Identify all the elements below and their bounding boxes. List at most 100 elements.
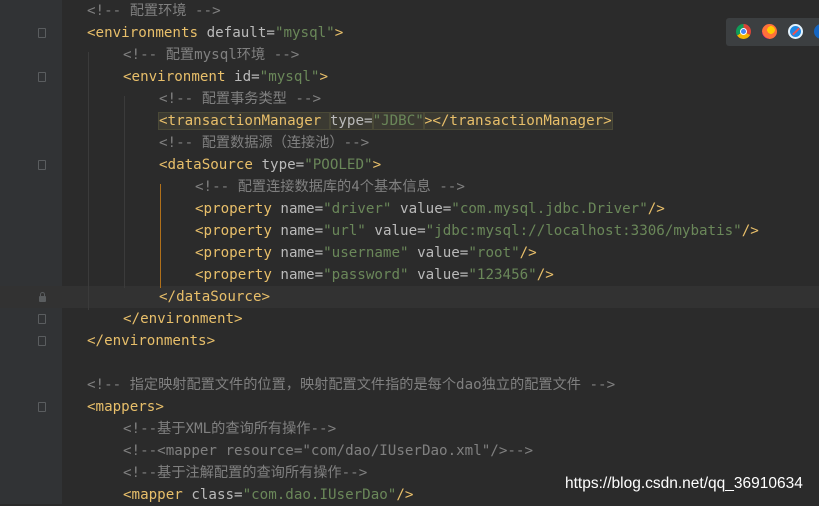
- fold-toggle-icon[interactable]: [38, 72, 46, 82]
- code-line[interactable]: <transactionManager type="JDBC"></transa…: [0, 110, 819, 132]
- code-line[interactable]: <!-- 配置mysql环境 -->: [0, 44, 819, 66]
- indent-guide: [88, 52, 89, 310]
- code-line[interactable]: <environment id="mysql">: [0, 66, 819, 88]
- code-text: </environments>: [87, 330, 215, 352]
- code-line[interactable]: <!-- 配置环境 -->: [0, 0, 819, 22]
- attribute-token: value=: [408, 267, 469, 283]
- code-line[interactable]: <environments default="mysql">: [0, 22, 819, 44]
- code-line[interactable]: </environments>: [0, 330, 819, 352]
- attribute-token: name=: [280, 223, 324, 239]
- attribute-token: name=: [280, 267, 324, 283]
- fold-toggle-icon[interactable]: [38, 314, 46, 324]
- value-token: "jdbc:mysql://localhost:3306/mybatis": [425, 223, 742, 239]
- tag-token: />: [536, 267, 554, 283]
- tag-token: />: [647, 201, 665, 217]
- attribute-token: id=: [234, 69, 260, 85]
- code-text: <!-- 配置连接数据库的4个基本信息 -->: [195, 176, 465, 198]
- tag-token: />: [741, 223, 759, 239]
- code-line[interactable]: <property name="username" value="root"/>: [0, 242, 819, 264]
- value-token: "root": [468, 245, 520, 261]
- tag-token: <property: [195, 267, 281, 283]
- comment-token: <!-- 配置连接数据库的4个基本信息 -->: [195, 179, 465, 195]
- watermark-text: https://blog.csdn.net/qq_36910634: [565, 475, 803, 492]
- tag-token: <mappers>: [87, 399, 164, 415]
- fold-toggle-icon[interactable]: [38, 160, 46, 170]
- tag-token: <property: [195, 245, 281, 261]
- attribute-token: value=: [365, 223, 426, 239]
- value-token: "com.dao.IUserDao": [242, 487, 397, 503]
- code-line[interactable]: <mappers>: [0, 396, 819, 418]
- code-text: <!--基于XML的查询所有操作-->: [123, 418, 336, 440]
- attribute-token: type=: [261, 157, 305, 173]
- value-token: "url": [323, 223, 366, 239]
- attribute-token: class=: [191, 487, 243, 503]
- tag-token: <environments: [87, 25, 207, 41]
- value-token: "driver": [323, 201, 392, 217]
- code-line[interactable]: <!-- 配置数据源（连接池）-->: [0, 132, 819, 154]
- code-line[interactable]: [0, 352, 819, 374]
- value-token: "com.mysql.jdbc.Driver": [451, 201, 648, 217]
- code-text: <!-- 配置环境 -->: [87, 0, 221, 22]
- code-line[interactable]: <!-- 配置连接数据库的4个基本信息 -->: [0, 176, 819, 198]
- code-text: <property name="driver" value="com.mysql…: [195, 198, 665, 220]
- value-token: "mysql": [259, 69, 320, 85]
- bookmark-icon[interactable]: [38, 292, 46, 302]
- code-line[interactable]: </dataSource>: [0, 286, 819, 308]
- chrome-icon[interactable]: [736, 24, 751, 39]
- comment-token: <!-- 配置环境 -->: [87, 3, 221, 19]
- firefox-icon[interactable]: [762, 24, 777, 39]
- code-line[interactable]: <!-- 配置事务类型 -->: [0, 88, 819, 110]
- safari-icon[interactable]: [788, 24, 803, 39]
- comment-token: <!-- 指定映射配置文件的位置，映射配置文件指的是每个dao独立的配置文件 -…: [87, 377, 616, 393]
- code-text: <!-- 配置事务类型 -->: [159, 88, 321, 110]
- code-text: <property name="url" value="jdbc:mysql:/…: [195, 220, 759, 242]
- tag-token: />: [396, 487, 414, 503]
- edge-icon[interactable]: [814, 24, 819, 39]
- tag-token: >: [372, 157, 382, 173]
- comment-token: <!--基于注解配置的查询所有操作-->: [123, 465, 368, 481]
- code-line[interactable]: <!--<mapper resource="com/dao/IUserDao.x…: [0, 440, 819, 462]
- attribute-token: default=: [206, 25, 275, 41]
- code-text: <property name="username" value="root"/>: [195, 242, 537, 264]
- code-text: <mappers>: [87, 396, 164, 418]
- code-text: <environment id="mysql">: [123, 66, 328, 88]
- attribute-token: value=: [391, 201, 452, 217]
- code-line[interactable]: <!-- 指定映射配置文件的位置，映射配置文件指的是每个dao独立的配置文件 -…: [0, 374, 819, 396]
- value-token: "mysql": [274, 25, 335, 41]
- code-line[interactable]: <property name="driver" value="com.mysql…: [0, 198, 819, 220]
- code-editor[interactable]: <!-- 配置环境 --> <environments default="mysq…: [0, 0, 819, 504]
- attribute-token: name=: [280, 201, 324, 217]
- tag-token: <dataSource: [159, 157, 262, 173]
- value-token: "POOLED": [304, 157, 373, 173]
- fold-toggle-icon[interactable]: [38, 336, 46, 346]
- tag-token: </environment>: [123, 311, 243, 327]
- tag-token: >: [334, 25, 344, 41]
- code-line[interactable]: <property name="url" value="jdbc:mysql:/…: [0, 220, 819, 242]
- code-line[interactable]: <dataSource type="POOLED">: [0, 154, 819, 176]
- code-text: <environments default="mysql">: [87, 22, 343, 44]
- attribute-token: type=: [328, 112, 374, 130]
- indent-guide: [124, 96, 125, 288]
- tag-token: <transactionManager: [158, 112, 331, 130]
- value-token: "123456": [468, 267, 537, 283]
- comment-token: <!-- 配置事务类型 -->: [159, 91, 321, 107]
- code-text: <!-- 配置mysql环境 -->: [123, 44, 299, 66]
- value-token: "JDBC": [371, 112, 425, 130]
- code-line[interactable]: <property name="password" value="123456"…: [0, 264, 819, 286]
- tag-token: </dataSource>: [159, 289, 271, 305]
- fold-toggle-icon[interactable]: [38, 402, 46, 412]
- code-text: </environment>: [123, 308, 243, 330]
- tag-token: <property: [195, 223, 281, 239]
- code-text: <transactionManager type="JDBC"></transa…: [158, 110, 613, 132]
- code-text: <property name="password" value="123456"…: [195, 264, 554, 286]
- code-text: <!-- 配置数据源（连接池）-->: [159, 132, 369, 154]
- tag-token: <property: [195, 201, 281, 217]
- comment-token: <!--<mapper resource="com/dao/IUserDao.x…: [123, 443, 533, 459]
- browser-launch-bar: [726, 18, 819, 46]
- tag-token: <environment: [123, 69, 235, 85]
- code-line[interactable]: </environment>: [0, 308, 819, 330]
- tag-token: ></transactionManager>: [422, 112, 613, 130]
- code-line[interactable]: <!--基于XML的查询所有操作-->: [0, 418, 819, 440]
- fold-toggle-icon[interactable]: [38, 28, 46, 38]
- code-text: <!--<mapper resource="com/dao/IUserDao.x…: [123, 440, 533, 462]
